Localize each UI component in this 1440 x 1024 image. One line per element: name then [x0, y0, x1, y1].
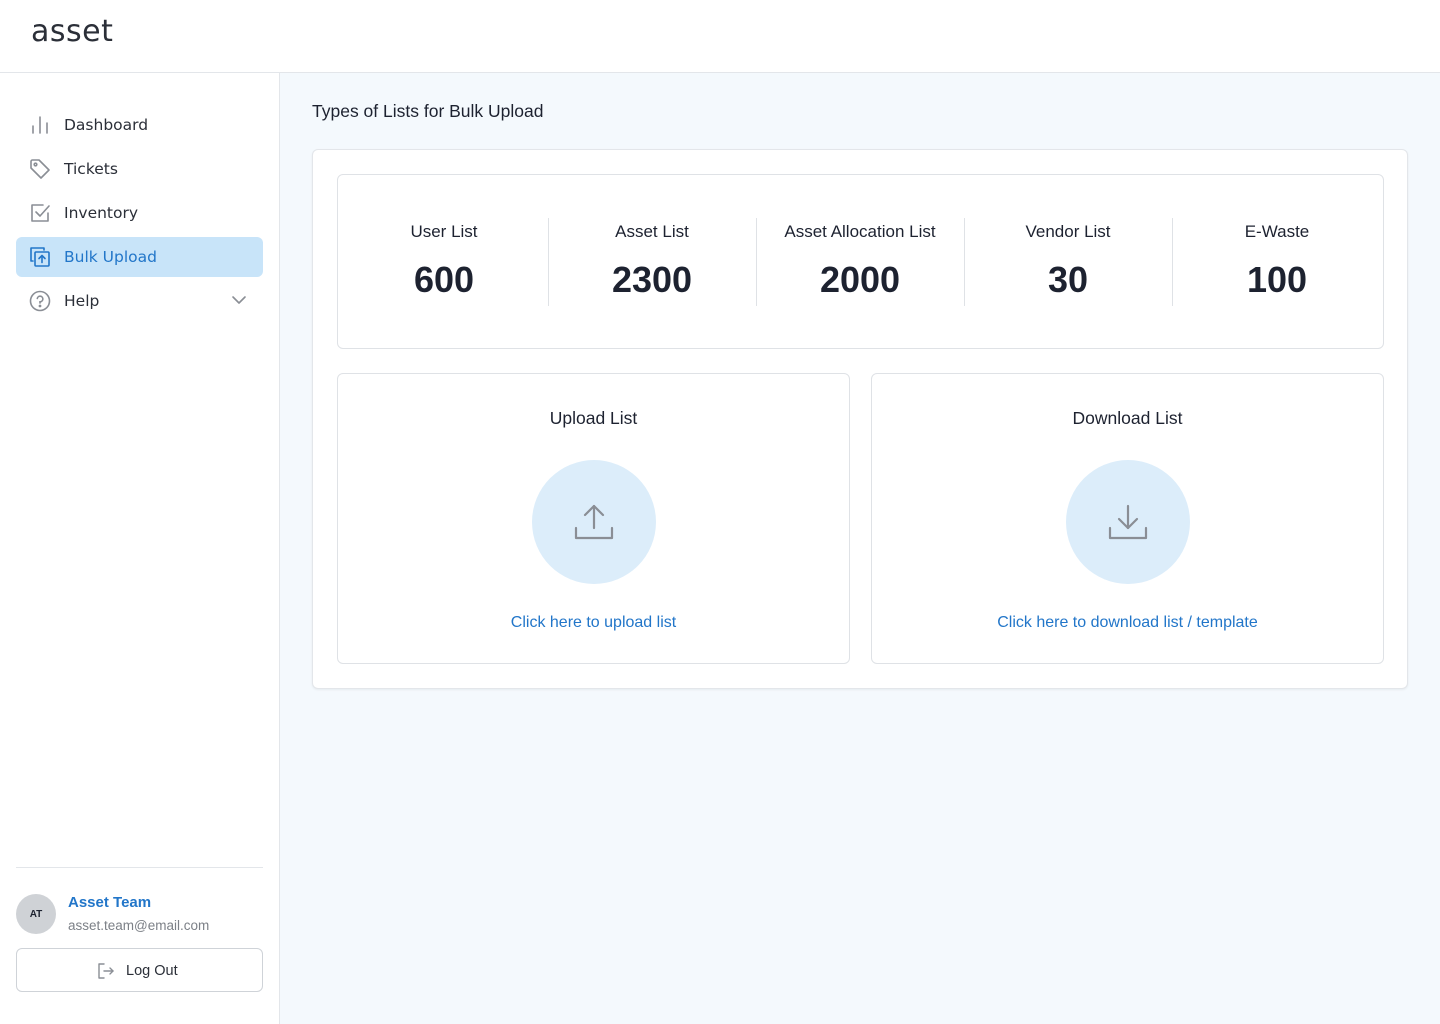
download-link[interactable]: Click here to download list / template — [872, 614, 1383, 632]
sidebar-divider — [16, 867, 263, 868]
sidebar-item-help[interactable]: Help — [16, 281, 263, 321]
app-logo[interactable]: asset — [31, 14, 113, 49]
bar-chart-icon — [32, 116, 48, 134]
sidebar-item-label: Dashboard — [64, 116, 149, 134]
user-email: asset.team@email.com — [68, 918, 210, 933]
download-list-title: Download List — [1072, 408, 1183, 428]
download-icon — [1108, 504, 1148, 540]
logout-icon — [98, 963, 114, 979]
sidebar-item-tickets[interactable]: Tickets — [16, 149, 263, 189]
stat-asset-allocation-list: Asset Allocation List 2000 — [756, 218, 964, 306]
checkbox-icon — [31, 204, 50, 222]
sidebar-item-label: Inventory — [64, 204, 139, 222]
tag-icon — [30, 159, 50, 179]
stat-value: 2300 — [611, 259, 693, 300]
stat-e-waste: E-Waste 100 — [1173, 218, 1381, 306]
upload-list-title: Upload List — [549, 408, 638, 428]
stats-panel: User List 600 Asset List 2300 Asset Allo… — [337, 174, 1384, 349]
stat-value: 2000 — [819, 259, 901, 300]
bulk-upload-card: User List 600 Asset List 2300 Asset Allo… — [312, 149, 1408, 689]
user-name: Asset Team — [68, 894, 152, 911]
upload-icon — [574, 504, 614, 540]
avatar: AT — [16, 894, 56, 934]
stat-label: E-Waste — [1244, 222, 1310, 241]
download-list-card: Download List Click here to download lis… — [871, 373, 1384, 664]
stat-label: Vendor List — [1025, 222, 1111, 241]
bulk-upload-icon — [30, 247, 50, 267]
stat-value: 30 — [1047, 259, 1089, 300]
stat-label: User List — [410, 222, 478, 241]
upload-link[interactable]: Click here to upload list — [338, 614, 849, 632]
logout-button[interactable]: Log Out — [16, 948, 263, 992]
stat-value: 100 — [1246, 259, 1308, 300]
stat-user-list: User List 600 — [340, 218, 548, 306]
sidebar-item-inventory[interactable]: Inventory — [16, 193, 263, 233]
stat-vendor-list: Vendor List 30 — [964, 218, 1172, 306]
upload-list-card: Upload List Click here to upload list — [337, 373, 850, 664]
logout-label: Log Out — [126, 963, 178, 979]
chevron-down-icon[interactable] — [230, 291, 248, 309]
top-bar: asset — [0, 0, 1440, 73]
sidebar-item-label: Tickets — [64, 160, 118, 178]
stat-label: Asset Allocation List — [784, 222, 936, 241]
stat-value: 600 — [413, 259, 475, 300]
sidebar-item-label: Bulk Upload — [64, 248, 157, 266]
sidebar: Dashboard Tickets Inventory Bulk Upload … — [0, 73, 280, 1024]
sidebar-item-bulk-upload[interactable]: Bulk Upload — [16, 237, 263, 277]
stat-label: Asset List — [615, 222, 689, 241]
stat-asset-list: Asset List 2300 — [548, 218, 756, 306]
upload-button[interactable] — [532, 460, 656, 584]
sidebar-item-label: Help — [64, 292, 100, 310]
page-title: Types of Lists for Bulk Upload — [312, 101, 544, 121]
sidebar-item-dashboard[interactable]: Dashboard — [16, 105, 263, 145]
download-button[interactable] — [1066, 460, 1190, 584]
main-content: Types of Lists for Bulk Upload User List… — [280, 73, 1440, 1024]
help-circle-icon — [29, 290, 51, 312]
